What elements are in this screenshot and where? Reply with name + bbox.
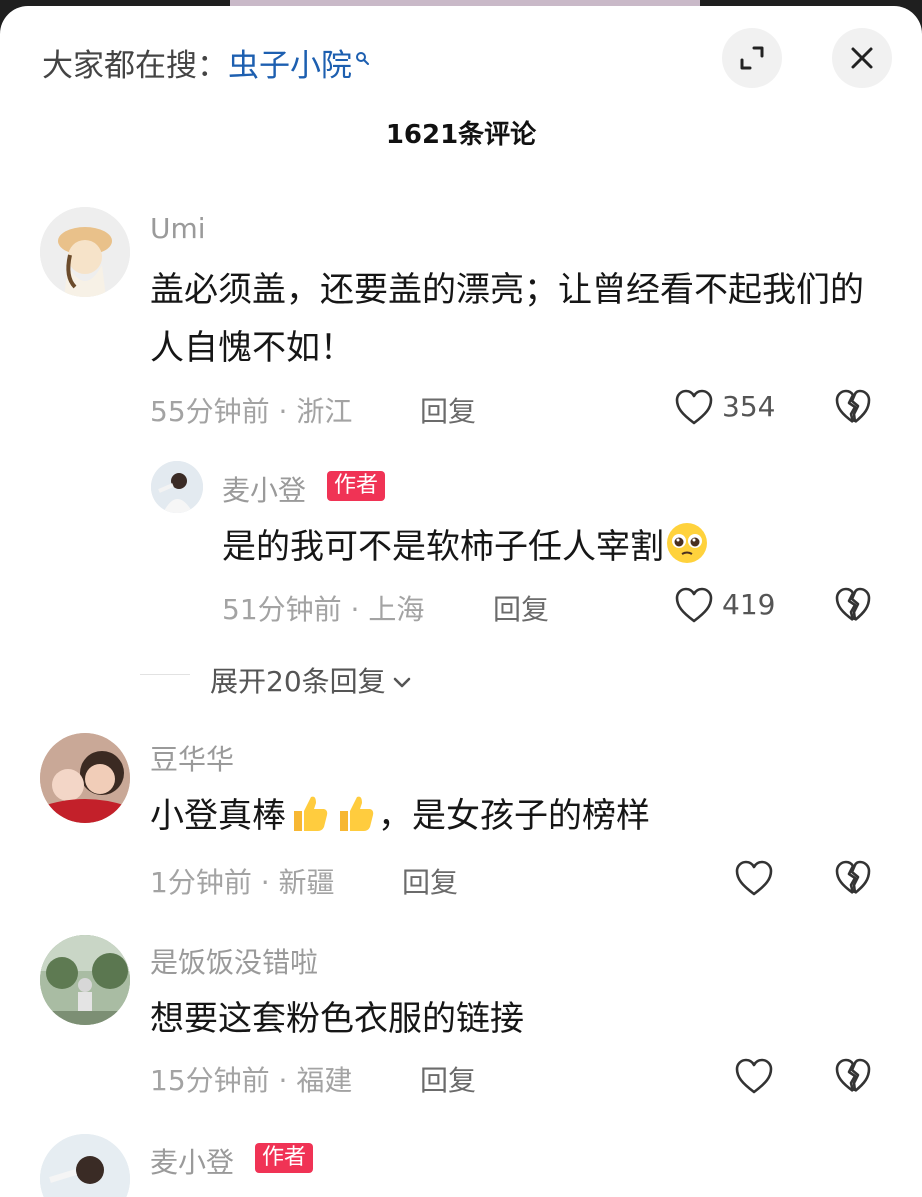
comment-text-body: 小登真棒 [150, 796, 286, 836]
author-badge: 作者 [327, 471, 386, 501]
avatar[interactable] [151, 461, 203, 513]
comment-text: 想要这套粉色衣服的链接 [150, 999, 524, 1039]
thumbs-up-emoji [294, 796, 328, 831]
avatar[interactable] [40, 733, 130, 823]
broken-heart-icon[interactable] [834, 586, 872, 624]
avatar-photo [40, 935, 130, 1025]
comment-count-title: 1621条评论 [385, 120, 537, 150]
close-icon [851, 47, 873, 69]
divider [140, 674, 190, 675]
avatar-illustration [151, 461, 203, 513]
broken-heart-icon[interactable] [834, 1057, 872, 1095]
broken-heart-icon[interactable] [834, 388, 872, 426]
avatar[interactable] [40, 1134, 130, 1197]
commenter-name[interactable]: Umi [150, 212, 206, 245]
comment-text: 是的我可不是软柿子任人宰割 [222, 518, 710, 576]
heart-outline-icon[interactable] [674, 586, 714, 624]
comment-text: 盖必须盖，还要盖的漂亮；让曾经看不起我们的人自愧不如！ [150, 270, 864, 368]
reply-button[interactable]: 回复 [402, 861, 458, 901]
comment-time-location: 1分钟前 · 新疆 [150, 866, 335, 899]
like-count: 354 [722, 390, 776, 423]
author-badge: 作者 [255, 1143, 314, 1173]
avatar[interactable] [40, 207, 130, 297]
like-count: 419 [722, 588, 776, 621]
expand-icon [740, 46, 764, 70]
comment-text-body: 是的我可不是软柿子任人宰割 [222, 527, 664, 567]
commenter-name[interactable]: 麦小登 [222, 469, 306, 509]
reply-button[interactable]: 回复 [493, 588, 549, 628]
expand-button[interactable] [722, 28, 782, 88]
comment-sheet: 大家都在搜：虫子小院 1621条评论 Umi 盖必须盖，还要盖的漂亮；让曾经看不… [0, 6, 922, 1197]
thumbs-up-emoji [340, 796, 374, 831]
comment-time-location: 55分钟前 · 浙江 [150, 395, 353, 428]
expand-replies-label: 展开20条回复 [210, 665, 386, 698]
comment-time-location: 15分钟前 · 福建 [150, 1064, 353, 1097]
search-icon [356, 51, 369, 65]
broken-heart-icon[interactable] [834, 859, 872, 897]
avatar-photo [40, 733, 130, 823]
commenter-name[interactable]: 麦小登 [150, 1141, 234, 1181]
avatar[interactable] [40, 935, 130, 1025]
expand-replies-button[interactable]: 展开20条回复 [210, 660, 412, 700]
heart-outline-icon[interactable] [734, 859, 774, 897]
avatar-illustration [40, 207, 130, 297]
chevron-down-icon [393, 677, 410, 688]
search-suggestion-keyword[interactable]: 虫子小院 [228, 48, 352, 84]
heart-outline-icon[interactable] [674, 388, 714, 426]
comment-time-location: 51分钟前 · 上海 [222, 593, 425, 626]
avatar-photo [40, 1134, 130, 1197]
close-button[interactable] [832, 28, 892, 88]
search-suggestion[interactable]: 大家都在搜：虫子小院 [42, 40, 369, 85]
search-suggestion-prefix: 大家都在搜： [42, 48, 228, 84]
commenter-name[interactable]: 是饭饭没错啦 [150, 941, 318, 981]
comment-text-tail: ，是女孩子的榜样 [378, 796, 650, 836]
comment-text: 小登真棒 ，是女孩子的榜样 [150, 787, 650, 845]
heart-outline-icon[interactable] [734, 1057, 774, 1095]
reply-button[interactable]: 回复 [420, 390, 476, 430]
pleading-face-emoji [667, 523, 707, 563]
reply-button[interactable]: 回复 [420, 1059, 476, 1099]
commenter-name[interactable]: 豆华华 [150, 738, 234, 778]
